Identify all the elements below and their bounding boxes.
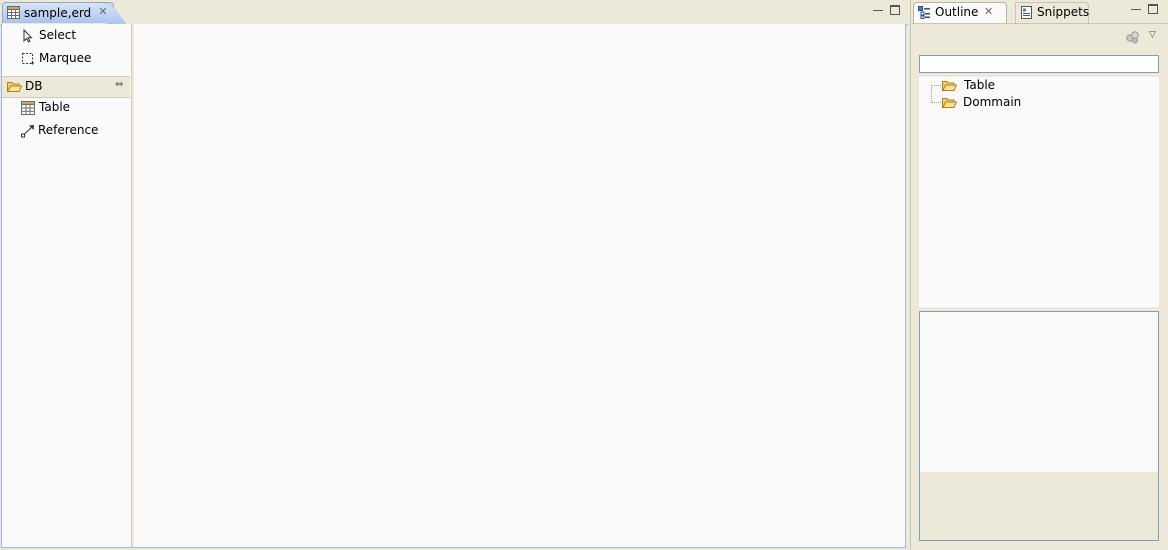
palette-tool-select[interactable]: Select — [2, 26, 130, 46]
thumbnail-footer — [920, 472, 1158, 540]
maximize-icon[interactable] — [1148, 4, 1158, 14]
table-icon — [7, 6, 20, 19]
tree-node-table[interactable]: Table — [919, 77, 1159, 94]
palette-drawer-label: DB — [25, 79, 43, 93]
minimize-icon[interactable] — [1131, 4, 1141, 10]
editor-tab-label: sample,erd — [24, 6, 92, 20]
tab-snippets[interactable]: Snippets — [1015, 2, 1089, 23]
close-icon[interactable]: ✕ — [984, 5, 993, 18]
outline-tree: Table Dommain — [919, 77, 1159, 307]
outline-view: Outline ✕ Snippets ▽ Table Dommain — [910, 0, 1168, 550]
workbench-window: sample,erd ✕ Select Marquee DB ⇔ Table R… — [0, 0, 1168, 550]
close-icon[interactable]: ✕ — [97, 6, 109, 18]
palette-tool-label: Select — [39, 28, 77, 42]
diagram-canvas[interactable] — [134, 24, 905, 546]
outline-icon — [918, 6, 930, 19]
connection-icon — [21, 125, 34, 138]
palette: Select Marquee DB ⇔ Table Reference — [2, 24, 134, 547]
outline-thumbnail[interactable] — [919, 311, 1159, 541]
folder-open-icon — [942, 98, 957, 108]
link-with-editor-icon[interactable] — [1125, 30, 1141, 44]
palette-drawer-db[interactable]: DB ⇔ — [2, 76, 130, 98]
palette-tool-marquee[interactable]: Marquee — [2, 49, 130, 69]
palette-tool-table[interactable]: Table — [2, 98, 130, 118]
tree-connector — [931, 85, 941, 87]
snippets-icon — [1021, 6, 1032, 19]
editor-tabbar: sample,erd ✕ — [0, 0, 908, 25]
tab-snippets-label: Snippets — [1037, 5, 1090, 19]
tree-node-label: Table — [964, 78, 996, 92]
maximize-icon[interactable] — [890, 5, 900, 15]
tree-connector — [931, 102, 941, 104]
editor-body: Select Marquee DB ⇔ Table Reference — [1, 24, 906, 548]
marquee-icon — [22, 53, 34, 65]
table-icon — [21, 101, 35, 115]
filter-input[interactable] — [919, 55, 1159, 73]
palette-tool-label: Marquee — [39, 51, 92, 65]
editor-tab-sample-erd[interactable]: sample,erd ✕ — [2, 2, 114, 23]
tab-outline-label: Outline — [935, 5, 979, 19]
palette-tool-label: Reference — [38, 123, 99, 137]
palette-tool-reference[interactable]: Reference — [2, 121, 130, 141]
tree-node-dommain[interactable]: Dommain — [919, 94, 1159, 111]
folder-open-icon — [942, 81, 957, 91]
tab-outline[interactable]: Outline ✕ — [913, 2, 1007, 23]
view-tabbar: Outline ✕ Snippets — [911, 0, 1168, 24]
folder-open-icon — [7, 82, 22, 92]
minimize-icon[interactable] — [873, 5, 883, 11]
view-menu-icon[interactable]: ▽ — [1149, 30, 1156, 40]
pin-icon[interactable]: ⇔ — [115, 79, 123, 90]
tree-node-label: Dommain — [963, 95, 1022, 109]
editor-area: sample,erd ✕ Select Marquee DB ⇔ Table R… — [0, 0, 908, 550]
view-toolbar: ▽ — [911, 24, 1168, 50]
palette-tool-label: Table — [39, 100, 71, 114]
arrow-pointer-icon — [23, 29, 33, 43]
